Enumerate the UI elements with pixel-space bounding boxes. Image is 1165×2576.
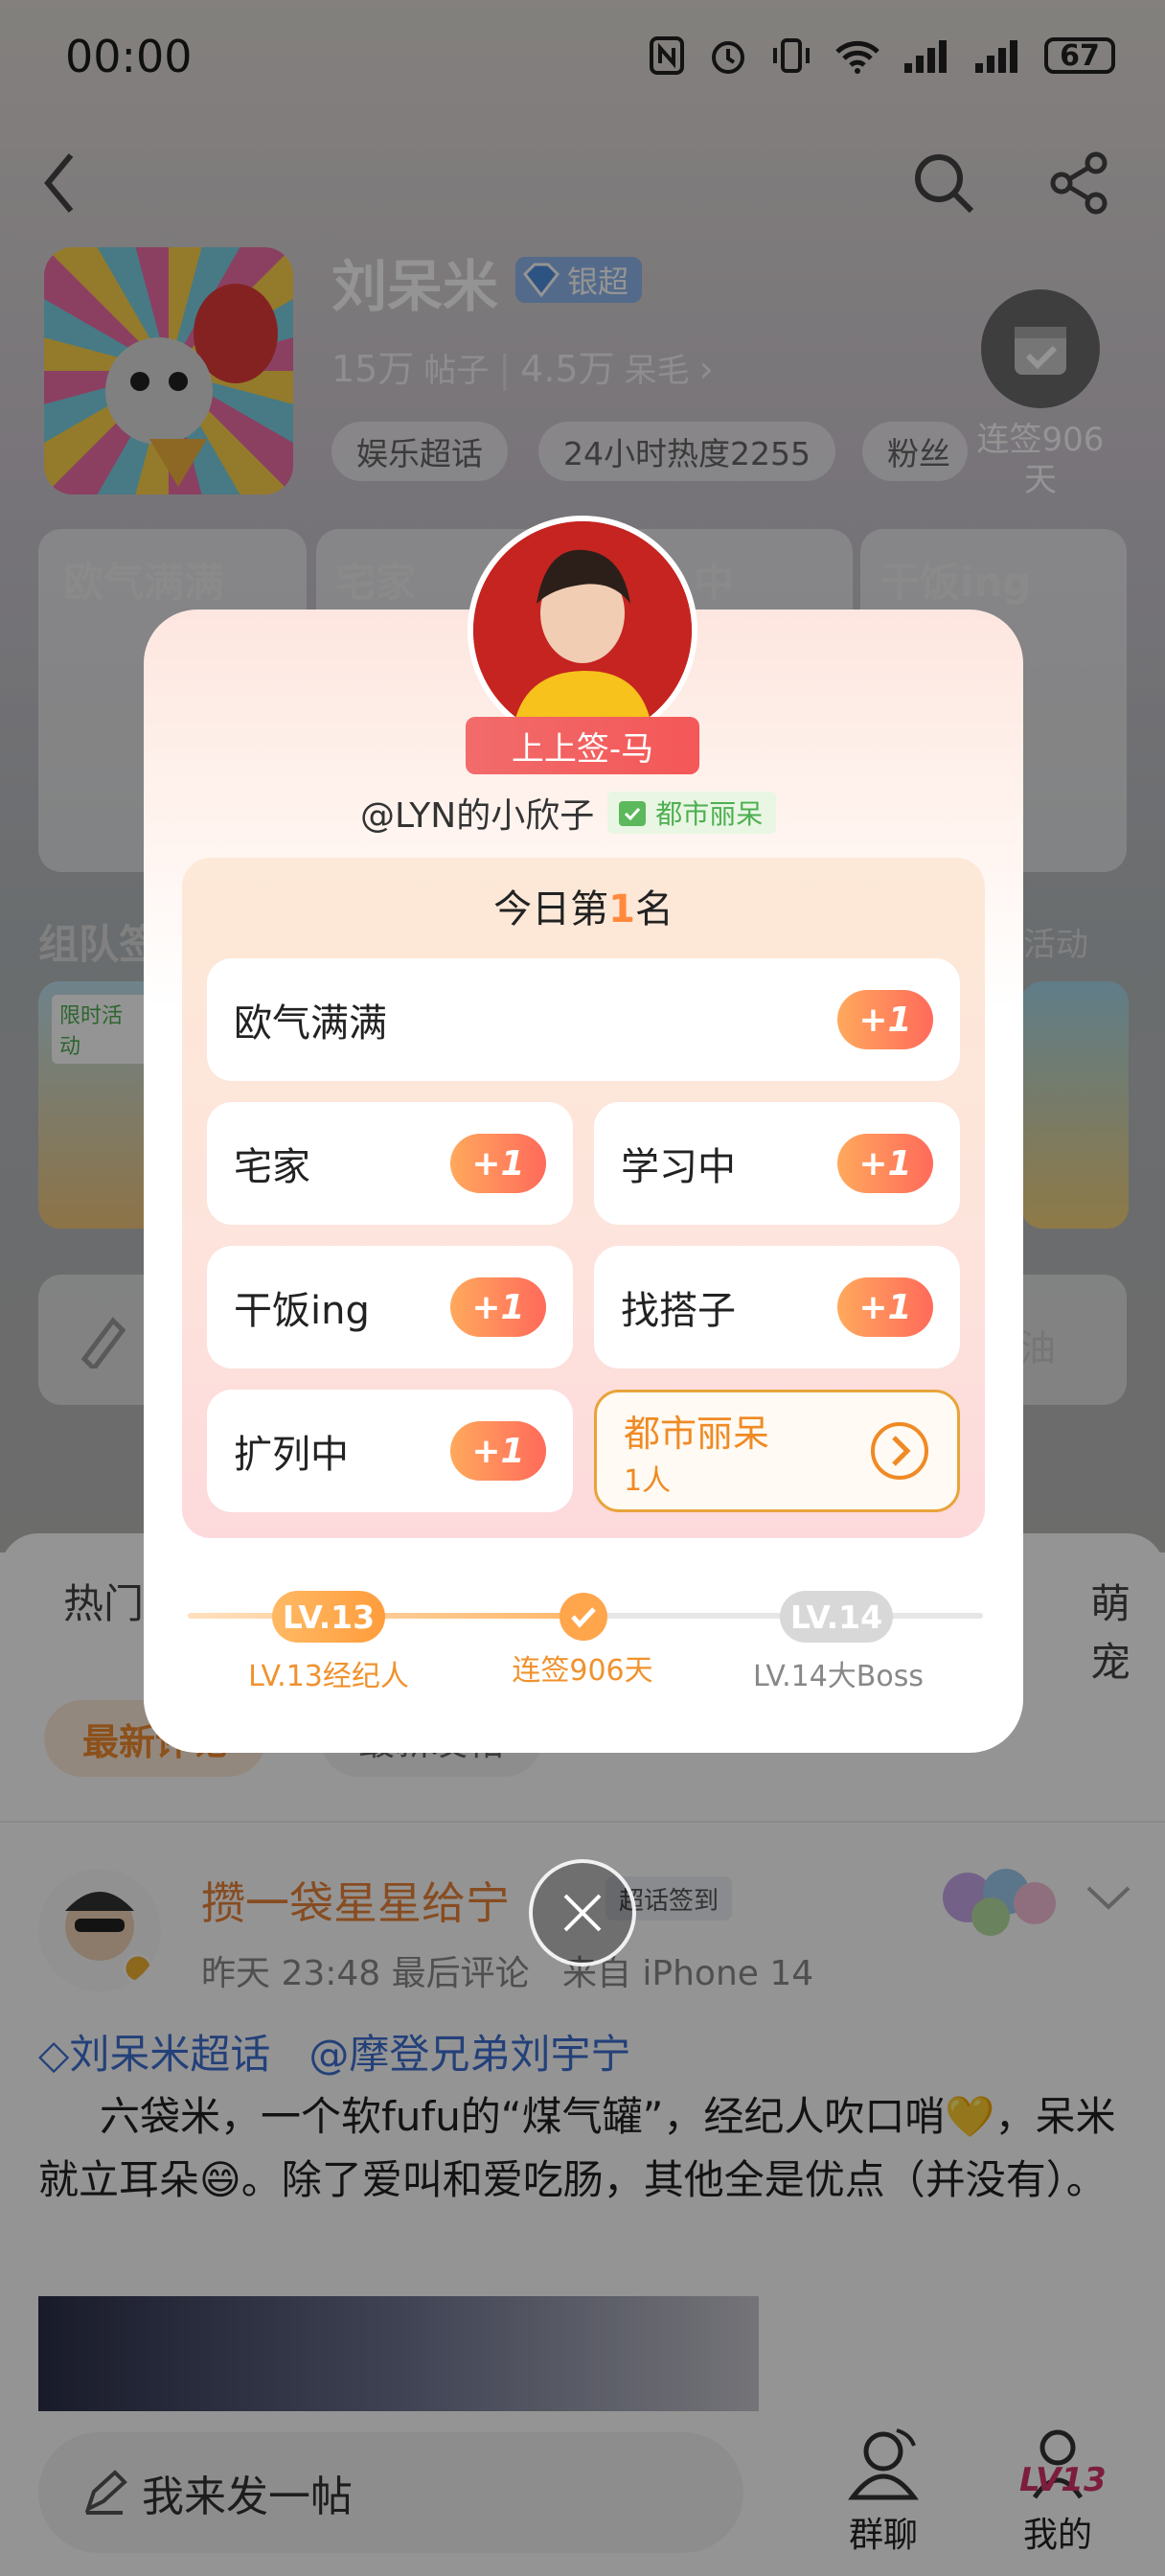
tile-ganfan[interactable]: 干饭ing +1	[207, 1246, 573, 1368]
fortune-ribbon: 上上签-马	[466, 717, 699, 774]
tile-xuexi[interactable]: 学习中 +1	[594, 1102, 960, 1225]
level-next-label: LV.14大Boss	[753, 1660, 924, 1693]
tile-zhaijia[interactable]: 宅家 +1	[207, 1102, 573, 1225]
modal-user-row: @LYN的小欣子 都市丽呆	[360, 788, 777, 838]
tile-kuolie[interactable]: 扩列中 +1	[207, 1390, 573, 1512]
tile-dushiliidai[interactable]: 都市丽呆 1人	[594, 1390, 960, 1512]
plus-one-button[interactable]: +1	[837, 1277, 933, 1337]
level-current-label: LV.13经纪人	[248, 1660, 409, 1693]
rank-prefix: 今日第	[493, 887, 609, 932]
level-current-pill: LV.13	[272, 1591, 385, 1643]
modal-username[interactable]: @LYN的小欣子	[360, 788, 594, 838]
check-badge-icon	[619, 801, 647, 826]
tile-ouqi[interactable]: 欧气满满 +1	[207, 958, 960, 1081]
plus-one-button[interactable]: +1	[450, 1277, 546, 1337]
tile-label: 学习中	[621, 1145, 736, 1189]
rank-number: 1	[608, 887, 635, 932]
user-portrait	[468, 516, 697, 746]
user-tag-badge: 都市丽呆	[607, 792, 777, 834]
tile-label: 欧气满满	[234, 1001, 387, 1046]
close-icon	[563, 1894, 602, 1932]
checkpoint-check-icon	[560, 1593, 607, 1641]
chevron-right-circle-icon[interactable]	[869, 1420, 930, 1482]
level-progress-fill	[188, 1613, 585, 1619]
special-tile-count: 1人	[624, 1463, 672, 1498]
special-tile-title: 都市丽呆	[624, 1412, 770, 1455]
plus-one-button[interactable]: +1	[450, 1421, 546, 1481]
plus-one-button[interactable]: +1	[837, 990, 933, 1049]
rank-suffix: 名	[634, 887, 674, 932]
portrait-art	[473, 521, 692, 740]
rank-title: 今日第1名	[182, 878, 985, 933]
tile-zhaodazi[interactable]: 找搭子 +1	[594, 1246, 960, 1368]
close-button[interactable]	[529, 1859, 636, 1966]
tile-label: 找搭子	[621, 1289, 736, 1333]
level-next-pill: LV.14	[780, 1591, 893, 1643]
check-icon	[571, 1607, 596, 1628]
tile-label: 扩列中	[234, 1433, 349, 1477]
tile-label: 干饭ing	[234, 1289, 370, 1333]
checkin-streak-label: 连签906天	[512, 1654, 653, 1688]
tile-label: 宅家	[234, 1145, 310, 1189]
plus-one-button[interactable]: +1	[450, 1134, 546, 1193]
user-tag-label: 都市丽呆	[655, 798, 764, 830]
plus-one-button[interactable]: +1	[837, 1134, 933, 1193]
